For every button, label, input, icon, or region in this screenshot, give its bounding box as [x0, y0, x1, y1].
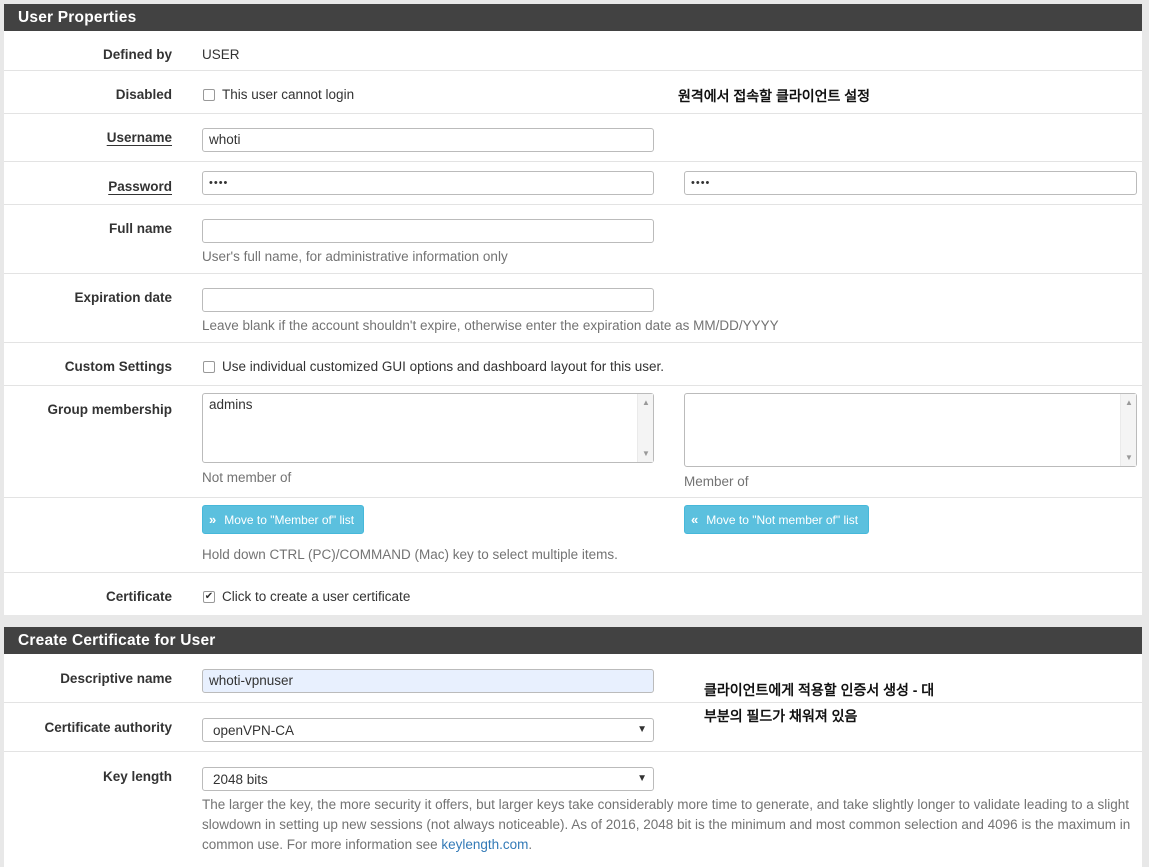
- not-member-scrollbar[interactable]: ▲ ▼: [637, 394, 653, 462]
- certificate-authority-value: openVPN-CA: [213, 723, 295, 738]
- annotation-certificate-line2: 부분의 필드가 채워져 있음: [704, 708, 858, 724]
- not-member-of-list[interactable]: admins ▲ ▼: [202, 393, 654, 463]
- row-defined-by: Defined by USER: [4, 31, 1142, 71]
- username-input[interactable]: whoti: [202, 128, 654, 152]
- row-custom-settings: Custom Settings Use individual customize…: [4, 343, 1142, 386]
- password-confirm-input[interactable]: ••••: [684, 171, 1137, 195]
- caret-down-icon: ▼: [637, 773, 647, 784]
- double-chevron-right-icon: »: [209, 512, 217, 527]
- expiration-date-input[interactable]: [202, 288, 654, 312]
- row-move-buttons: » Move to "Member of" list « Move to "Not …: [4, 498, 1142, 573]
- row-username: Username whoti: [4, 114, 1142, 162]
- disabled-checkbox[interactable]: [203, 89, 215, 101]
- expiration-date-label: Expiration date: [74, 290, 172, 305]
- not-member-of-caption: Not member of: [202, 470, 292, 485]
- panel-title-create-certificate: Create Certificate for User: [4, 627, 1142, 654]
- custom-settings-checkbox[interactable]: [203, 361, 215, 373]
- member-of-list[interactable]: ▲ ▼: [684, 393, 1137, 467]
- row-disabled: Disabled This user cannot login: [4, 71, 1142, 114]
- row-certificate-authority: Certificate authority openVPN-CA ▼: [4, 703, 1142, 752]
- key-length-value: 2048 bits: [213, 772, 268, 787]
- disabled-checkbox-label: This user cannot login: [222, 87, 355, 102]
- password-label: Password: [108, 179, 172, 194]
- annotation-certificate-line1: 클라이언트에게 적용할 인증서 생성 - 대: [704, 682, 935, 698]
- scroll-down-icon[interactable]: ▼: [642, 449, 650, 458]
- row-descriptive-name: Descriptive name whoti-vpnuser: [4, 654, 1142, 703]
- row-full-name: Full name User's full name, for administ…: [4, 205, 1142, 274]
- full-name-help: User's full name, for administrative inf…: [202, 249, 508, 264]
- member-of-caption: Member of: [684, 474, 749, 489]
- scroll-down-icon[interactable]: ▼: [1125, 453, 1133, 462]
- key-length-label: Key length: [102, 769, 172, 784]
- row-key-length: Key length 2048 bits ▼ The larger the ke…: [4, 752, 1142, 867]
- move-to-member-button[interactable]: » Move to "Member of" list: [202, 505, 364, 534]
- row-expiration-date: Expiration date Leave blank if the accou…: [4, 274, 1142, 343]
- defined-by-label: Defined by: [102, 47, 172, 62]
- list-item-admins[interactable]: admins: [209, 397, 253, 412]
- custom-settings-checkbox-label: Use individual customized GUI options an…: [222, 359, 664, 374]
- certificate-checkbox-label: Click to create a user certificate: [222, 589, 411, 604]
- panel-title-user-properties: User Properties: [4, 4, 1142, 31]
- key-length-help: The larger the key, the more security it…: [202, 795, 1137, 855]
- certificate-authority-select[interactable]: openVPN-CA ▼: [202, 718, 654, 742]
- password-input[interactable]: ••••: [202, 171, 654, 195]
- key-length-select[interactable]: 2048 bits ▼: [202, 767, 654, 791]
- certificate-authority-label: Certificate authority: [44, 720, 172, 735]
- descriptive-name-label: Descriptive name: [60, 671, 172, 686]
- scroll-up-icon[interactable]: ▲: [642, 398, 650, 407]
- group-membership-help: Hold down CTRL (PC)/COMMAND (Mac) key to…: [202, 547, 618, 562]
- descriptive-name-input[interactable]: whoti-vpnuser: [202, 669, 654, 693]
- key-length-help-end: .: [528, 837, 533, 852]
- key-length-help-text: The larger the key, the more security it…: [202, 797, 1131, 852]
- keylength-link[interactable]: keylength.com: [441, 837, 528, 852]
- defined-by-value: USER: [202, 47, 240, 62]
- move-to-not-member-button[interactable]: « Move to "Not member of" list: [684, 505, 869, 534]
- row-group-membership: Group membership admins ▲ ▼ Not member o…: [4, 386, 1142, 498]
- custom-settings-label: Custom Settings: [64, 359, 172, 374]
- full-name-input[interactable]: [202, 219, 654, 243]
- disabled-label: Disabled: [115, 87, 172, 102]
- member-scrollbar[interactable]: ▲ ▼: [1120, 394, 1136, 466]
- caret-down-icon: ▼: [637, 724, 647, 735]
- username-label: Username: [106, 130, 172, 145]
- move-to-member-label: Move to "Member of" list: [224, 513, 355, 527]
- user-properties-panel: User Properties Defined by USER Disabled…: [4, 4, 1142, 615]
- certificate-checkbox[interactable]: ✔: [203, 591, 215, 603]
- full-name-label: Full name: [108, 221, 172, 236]
- certificate-label: Certificate: [105, 589, 172, 604]
- row-password: Password •••• ••••: [4, 162, 1142, 205]
- expiration-date-help: Leave blank if the account shouldn't exp…: [202, 318, 779, 333]
- move-to-not-member-label: Move to "Not member of" list: [706, 513, 859, 527]
- group-membership-label: Group membership: [47, 402, 172, 417]
- double-chevron-left-icon: «: [691, 512, 699, 527]
- row-certificate: Certificate ✔ Click to create a user cer…: [4, 573, 1142, 615]
- create-certificate-panel: Create Certificate for User Descriptive …: [4, 627, 1142, 867]
- scroll-up-icon[interactable]: ▲: [1125, 398, 1133, 407]
- annotation-client-settings: 원격에서 접속할 클라이언트 설정: [678, 88, 870, 104]
